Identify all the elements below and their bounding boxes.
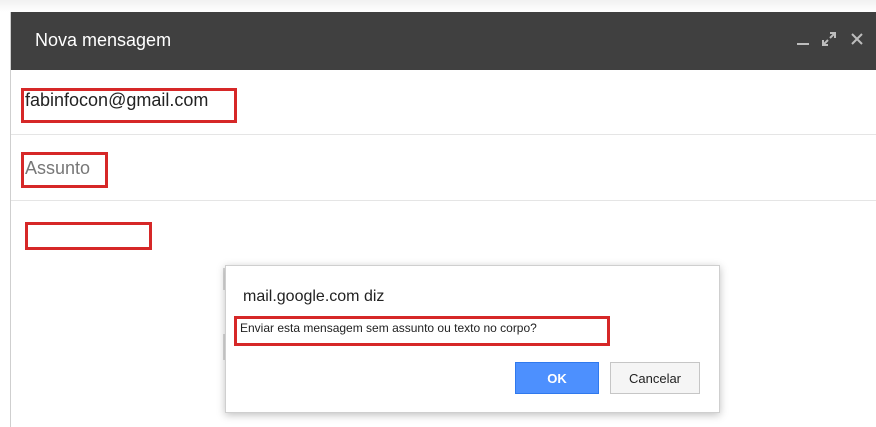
ok-button[interactable]: OK [515, 362, 599, 394]
close-icon[interactable] [847, 29, 867, 51]
compose-titlebar: Nova mensagem [11, 12, 876, 70]
compose-title: Nova mensagem [35, 30, 172, 50]
body-highlight [25, 222, 152, 250]
subject-field-row[interactable]: Assunto [11, 134, 876, 201]
expand-icon[interactable] [819, 29, 839, 51]
subject-field-highlight [21, 152, 108, 188]
to-field-highlight [21, 88, 237, 123]
minimize-icon[interactable] [793, 29, 813, 51]
cancel-button[interactable]: Cancelar [610, 362, 700, 394]
page-top-shadow [0, 0, 876, 12]
dialog-title: mail.google.com diz [243, 288, 385, 305]
dialog-message-highlight [234, 316, 610, 346]
alert-dialog: mail.google.com diz Enviar esta mensagem… [225, 265, 720, 413]
